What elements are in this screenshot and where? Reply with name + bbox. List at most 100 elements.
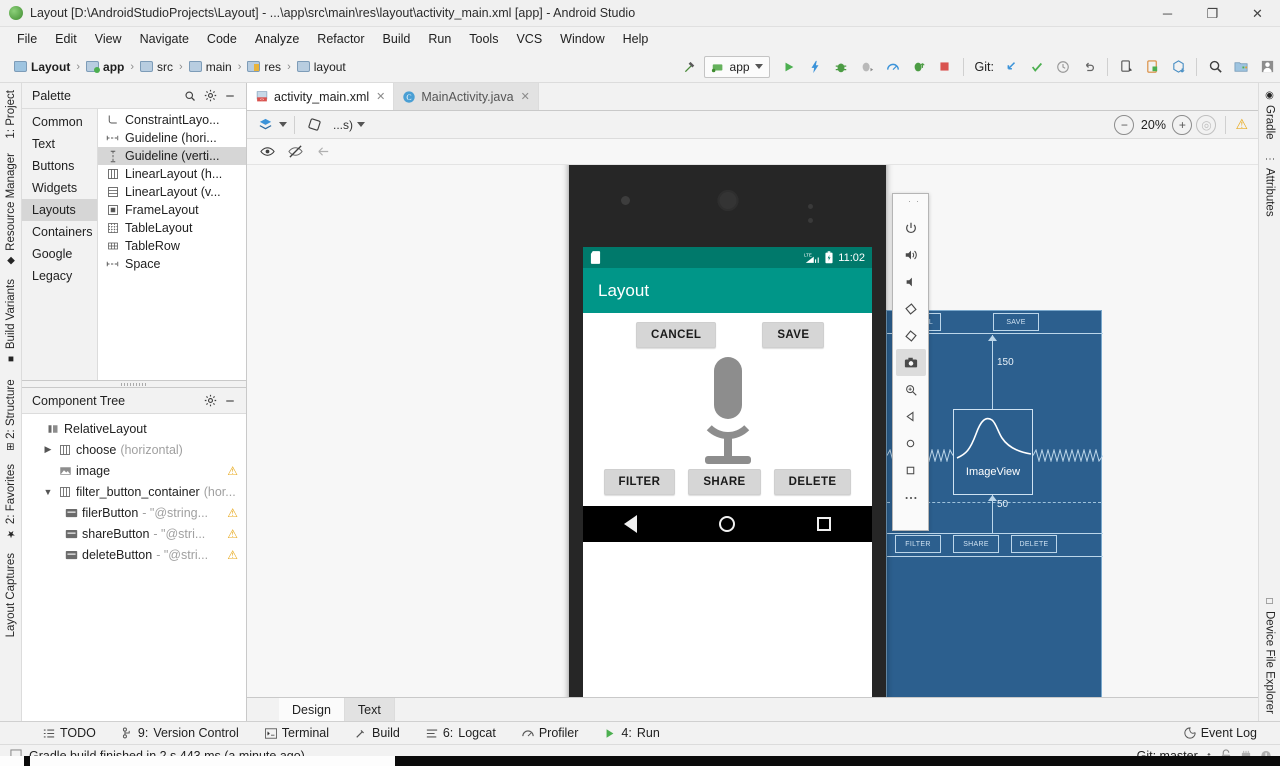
image-view[interactable] bbox=[583, 357, 872, 469]
menu-vcs[interactable]: VCS bbox=[507, 29, 551, 49]
bottom-tab-build[interactable]: Build bbox=[342, 726, 413, 740]
eye-icon[interactable] bbox=[255, 141, 279, 163]
breadcrumb-item-app[interactable]: app bbox=[82, 58, 128, 76]
tool-tab-device-file-explorer[interactable]: □ Device File Explorer bbox=[1261, 589, 1279, 721]
commit-icon[interactable] bbox=[1024, 55, 1050, 79]
tree-node-choose[interactable]: ▶ choose (horizontal) bbox=[22, 439, 246, 460]
cancel-button[interactable]: CANCEL bbox=[636, 322, 717, 348]
tool-tab-favorites[interactable]: ★ 2: Favorites bbox=[2, 457, 20, 546]
palette-category-common[interactable]: Common bbox=[22, 111, 97, 133]
tree-node-filter-button-container[interactable]: ▼ filter_button_container (hor... bbox=[22, 481, 246, 502]
bottom-tab-todo[interactable]: TODO bbox=[30, 726, 109, 740]
tool-tab-resource-manager[interactable]: ◆ Resource Manager bbox=[2, 146, 20, 273]
emulator-window-controls[interactable]: ·· bbox=[908, 196, 924, 206]
power-icon[interactable] bbox=[896, 214, 926, 241]
palette-category-legacy[interactable]: Legacy bbox=[22, 265, 97, 287]
layers-icon[interactable] bbox=[253, 114, 277, 136]
user-profile-icon[interactable] bbox=[1254, 55, 1280, 79]
search-everywhere-icon[interactable] bbox=[1202, 55, 1228, 79]
zoom-in-button[interactable]: + bbox=[1172, 114, 1193, 135]
apply-changes-icon[interactable] bbox=[802, 55, 828, 79]
tool-tab-project[interactable]: 1: Project bbox=[2, 83, 20, 146]
project-structure-icon[interactable] bbox=[1228, 55, 1254, 79]
arrow-left-icon[interactable] bbox=[311, 141, 335, 163]
chevron-down-icon[interactable] bbox=[279, 122, 287, 127]
recents-icon[interactable] bbox=[817, 517, 831, 531]
rotate-left-icon[interactable] bbox=[896, 295, 926, 322]
menu-help[interactable]: Help bbox=[614, 29, 658, 49]
screenshot-icon[interactable] bbox=[895, 349, 926, 376]
constraints-off-icon[interactable] bbox=[283, 141, 307, 163]
avd-manager-icon[interactable] bbox=[1113, 55, 1139, 79]
sync-gradle-icon[interactable] bbox=[1165, 55, 1191, 79]
breadcrumb-item-layout[interactable]: layout bbox=[293, 58, 350, 76]
menu-view[interactable]: View bbox=[86, 29, 131, 49]
bottom-tab-logcat[interactable]: 6: Logcat bbox=[413, 726, 509, 740]
close-icon[interactable]: ✕ bbox=[521, 90, 530, 103]
palette-category-google[interactable]: Google bbox=[22, 243, 97, 265]
menu-build[interactable]: Build bbox=[374, 29, 420, 49]
zoom-to-fit-button[interactable]: ◎ bbox=[1196, 114, 1217, 135]
tool-tab-build-variants[interactable]: ■ Build Variants bbox=[2, 272, 20, 371]
overview-icon[interactable] bbox=[896, 457, 926, 484]
warning-icon[interactable]: ⚠ bbox=[227, 548, 238, 562]
panel-splitter[interactable] bbox=[22, 381, 246, 388]
tree-node-deletebutton[interactable]: deleteButton - "@stri... ⚠ bbox=[22, 544, 246, 565]
filter-button[interactable]: FILTER bbox=[603, 469, 676, 495]
palette-item-guideline-vertical[interactable]: Guideline (verti... bbox=[98, 147, 246, 165]
editor-tab-mainactivity-java[interactable]: C MainActivity.java ✕ bbox=[394, 83, 539, 110]
device-selector[interactable]: ...s) bbox=[328, 116, 370, 134]
menu-code[interactable]: Code bbox=[198, 29, 246, 49]
debug-attach-icon[interactable] bbox=[854, 55, 880, 79]
warning-icon[interactable]: ⚠ bbox=[227, 464, 238, 478]
undo-icon[interactable] bbox=[1076, 55, 1102, 79]
history-icon[interactable] bbox=[1050, 55, 1076, 79]
bottom-tab-version-control[interactable]: 9: Version Control bbox=[109, 726, 252, 740]
palette-category-buttons[interactable]: Buttons bbox=[22, 155, 97, 177]
tree-node-relativelayout[interactable]: RelativeLayout bbox=[22, 418, 246, 439]
run-coverage-icon[interactable] bbox=[906, 55, 932, 79]
warning-icon[interactable]: ⚠ bbox=[227, 527, 238, 541]
blueprint-filter-button[interactable]: FILTER bbox=[895, 535, 941, 553]
tab-text[interactable]: Text bbox=[344, 698, 395, 721]
close-icon[interactable]: ✕ bbox=[376, 90, 385, 103]
palette-category-text[interactable]: Text bbox=[22, 133, 97, 155]
delete-button[interactable]: DELETE bbox=[773, 469, 852, 495]
rotate-right-icon[interactable] bbox=[896, 322, 926, 349]
breadcrumb-item-src[interactable]: src bbox=[136, 58, 177, 76]
tree-node-image[interactable]: image ⚠ bbox=[22, 460, 246, 481]
search-icon[interactable] bbox=[180, 86, 200, 106]
tool-tab-layout-captures[interactable]: Layout Captures bbox=[2, 546, 20, 644]
gear-icon[interactable] bbox=[200, 391, 220, 411]
maximize-button[interactable]: ❐ bbox=[1190, 0, 1235, 27]
breadcrumb-item-project[interactable]: Layout bbox=[10, 58, 74, 76]
event-log-button[interactable]: Event Log bbox=[1171, 726, 1270, 740]
update-project-icon[interactable] bbox=[998, 55, 1024, 79]
breadcrumb-item-res[interactable]: res bbox=[243, 58, 285, 76]
tree-twisty-collapsed[interactable]: ▶ bbox=[42, 444, 54, 455]
volume-down-icon[interactable] bbox=[896, 268, 926, 295]
save-button[interactable]: SAVE bbox=[762, 322, 825, 348]
palette-item-tablerow[interactable]: TableRow bbox=[98, 237, 246, 255]
gear-icon[interactable] bbox=[200, 86, 220, 106]
menu-refactor[interactable]: Refactor bbox=[308, 29, 373, 49]
zoom-icon[interactable] bbox=[896, 376, 926, 403]
zoom-out-button[interactable]: − bbox=[1114, 114, 1135, 135]
home-icon[interactable] bbox=[896, 430, 926, 457]
menu-edit[interactable]: Edit bbox=[46, 29, 86, 49]
palette-category-widgets[interactable]: Widgets bbox=[22, 177, 97, 199]
run-button[interactable] bbox=[776, 55, 802, 79]
bottom-tab-terminal[interactable]: Terminal bbox=[252, 726, 342, 740]
more-icon[interactable] bbox=[896, 484, 926, 511]
menu-tools[interactable]: Tools bbox=[460, 29, 507, 49]
debug-button[interactable] bbox=[828, 55, 854, 79]
tool-tab-attributes[interactable]: ⋮ Attributes bbox=[1261, 147, 1279, 224]
menu-navigate[interactable]: Navigate bbox=[131, 29, 198, 49]
palette-item-linearlayout-vertical[interactable]: LinearLayout (v... bbox=[98, 183, 246, 201]
run-configuration-selector[interactable]: app bbox=[703, 55, 770, 78]
tree-node-sharebutton[interactable]: shareButton - "@stri... ⚠ bbox=[22, 523, 246, 544]
blueprint-delete-button[interactable]: DELETE bbox=[1011, 535, 1057, 553]
tree-node-filerbutton[interactable]: filerButton - "@string... ⚠ bbox=[22, 502, 246, 523]
palette-item-framelayout[interactable]: FrameLayout bbox=[98, 201, 246, 219]
minimize-icon[interactable] bbox=[220, 86, 240, 106]
